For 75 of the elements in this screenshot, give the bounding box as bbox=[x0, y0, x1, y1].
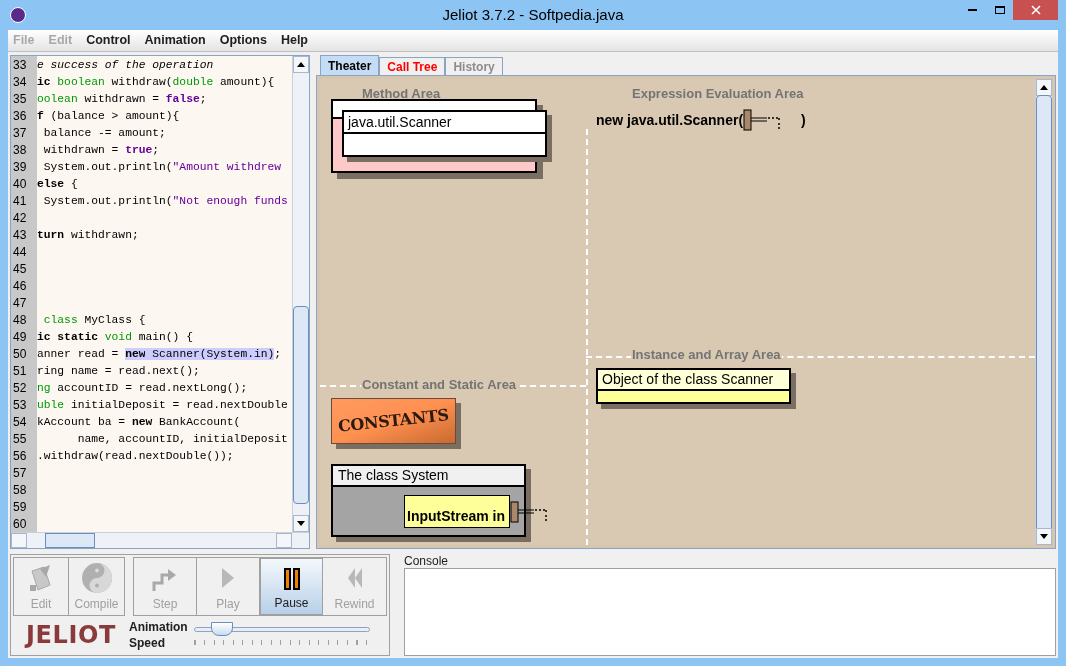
line-number: 44 bbox=[13, 244, 27, 261]
line-number: 42 bbox=[13, 210, 27, 227]
code-line: else { bbox=[37, 177, 78, 192]
code-line: balance -= amount; bbox=[42, 126, 166, 141]
line-number: 37 bbox=[13, 125, 27, 142]
class-title: The class System bbox=[333, 466, 524, 487]
app-icon bbox=[10, 7, 26, 23]
line-number: 47 bbox=[13, 295, 27, 312]
line-number: 58 bbox=[13, 482, 27, 499]
line-number: 41 bbox=[13, 193, 27, 210]
tab[interactable]: Theater bbox=[320, 55, 380, 75]
line-number: 38 bbox=[13, 142, 27, 159]
slider-label: Speed bbox=[129, 634, 166, 651]
expression-text: ) bbox=[801, 110, 806, 130]
line-number: 51 bbox=[13, 363, 27, 380]
line-number: 40 bbox=[13, 176, 27, 193]
code-line: anner read = new Scanner(System.in); bbox=[37, 347, 282, 362]
slider-label: Animation bbox=[129, 618, 188, 635]
code-line: turn withdrawn; bbox=[37, 228, 139, 243]
toolbar-button[interactable]: Pause bbox=[260, 558, 323, 615]
line-number: 50 bbox=[13, 346, 27, 363]
code-line: ring name = read.next(); bbox=[37, 364, 200, 379]
code-line: e success of the operation bbox=[37, 58, 214, 73]
vertical-scrollbar[interactable] bbox=[292, 56, 309, 532]
tab[interactable]: History bbox=[445, 57, 503, 75]
code-line: .withdraw(read.nextDouble()); bbox=[37, 449, 234, 464]
line-number: 43 bbox=[13, 227, 27, 244]
line-number: 34 bbox=[13, 74, 27, 91]
play-icon bbox=[221, 567, 235, 589]
field-box: InputStream in bbox=[404, 495, 510, 528]
code-line: ic boolean withdraw(double amount){ bbox=[37, 75, 275, 90]
code-line: ng accountID = read.nextLong(); bbox=[37, 381, 248, 396]
line-number: 36 bbox=[13, 108, 27, 125]
line-number: 45 bbox=[13, 261, 27, 278]
code-line: f (balance > amount){ bbox=[37, 109, 180, 124]
line-number: 59 bbox=[13, 499, 27, 516]
rewind-icon bbox=[346, 567, 363, 589]
line-number: 55 bbox=[13, 431, 27, 448]
line-number: 35 bbox=[13, 91, 27, 108]
code-line: class MyClass { bbox=[42, 313, 146, 328]
line-number: 57 bbox=[13, 465, 27, 482]
logo: JELIOT bbox=[23, 619, 117, 651]
code-line: uble initialDeposit = read.nextDouble bbox=[37, 398, 288, 413]
line-number: 54 bbox=[13, 414, 27, 431]
yin-yang-icon bbox=[80, 562, 113, 594]
line-number: 53 bbox=[13, 397, 27, 414]
frame-title: java.util.Scanner bbox=[344, 112, 545, 134]
line-number: 49 bbox=[13, 329, 27, 346]
code-line: System.out.println("Not enough funds bbox=[42, 194, 288, 209]
line-number: 52 bbox=[13, 380, 27, 397]
code-line: name, accountID, initialDeposit bbox=[76, 432, 288, 447]
code-line: oolean withdrawn = false; bbox=[37, 92, 207, 107]
line-number: 46 bbox=[13, 278, 27, 295]
menu-item[interactable]: Control bbox=[86, 31, 131, 50]
line-number: 39 bbox=[13, 159, 27, 176]
code-line: ic static void main() { bbox=[37, 330, 193, 345]
horizontal-scrollbar[interactable] bbox=[11, 532, 309, 548]
code-line: withdrawn = true; bbox=[42, 143, 160, 158]
menu-item[interactable]: Animation bbox=[144, 31, 206, 50]
vertical-scrollbar[interactable] bbox=[1035, 79, 1052, 545]
line-number: 33 bbox=[13, 57, 27, 74]
line-number: 48 bbox=[13, 312, 27, 329]
code-line: kAccount ba = new BankAccount( bbox=[37, 415, 241, 430]
window-title: Jeliot 3.7.2 - Softpedia.java bbox=[442, 4, 624, 25]
tab[interactable]: Call Tree bbox=[379, 57, 446, 75]
code-line: System.out.println("Amount withdrew bbox=[42, 160, 282, 175]
menu-item[interactable]: Help bbox=[280, 31, 308, 50]
menu-item[interactable]: Options bbox=[219, 31, 267, 50]
object-title: Object of the class Scanner bbox=[598, 370, 789, 391]
close-icon bbox=[1030, 5, 1041, 15]
pause-icon bbox=[283, 567, 300, 590]
expression-text: new java.util.Scanner( bbox=[596, 110, 744, 130]
line-number: 60 bbox=[13, 516, 27, 533]
line-number: 56 bbox=[13, 448, 27, 465]
console-label: Console bbox=[404, 554, 450, 568]
